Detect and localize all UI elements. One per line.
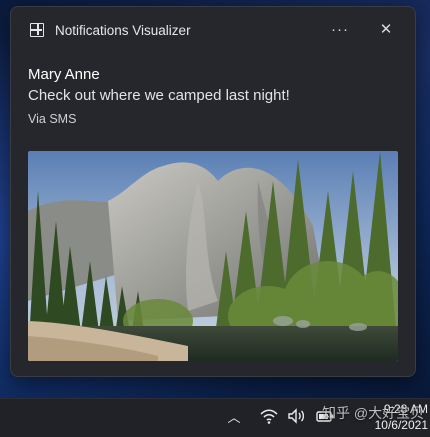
app-logo-icon (30, 23, 44, 37)
more-options-button[interactable]: ··· (329, 20, 351, 40)
toast-notification[interactable]: Notifications Visualizer ··· ✕ Mary Anne… (10, 6, 416, 377)
hero-image (28, 151, 398, 361)
taskbar: ︿ 9:28 AM 10/6/2021 (0, 398, 430, 437)
message-text: Check out where we camped last night! (28, 87, 290, 104)
clock-time: 9:28 AM (383, 402, 428, 416)
attribution-text: Via SMS (28, 112, 77, 126)
volume-icon[interactable] (285, 407, 307, 431)
show-hidden-icons-chevron-icon[interactable]: ︿ (224, 408, 244, 428)
close-button[interactable]: ✕ (375, 20, 397, 40)
toast-header: Notifications Visualizer ··· ✕ (11, 7, 415, 53)
battery-icon[interactable] (314, 407, 336, 431)
sender-name: Mary Anne (28, 66, 100, 83)
wifi-icon[interactable] (258, 407, 280, 431)
taskbar-clock[interactable]: 9:28 AM 10/6/2021 (348, 401, 428, 433)
clock-date: 10/6/2021 (374, 418, 428, 432)
app-name: Notifications Visualizer (55, 23, 191, 38)
